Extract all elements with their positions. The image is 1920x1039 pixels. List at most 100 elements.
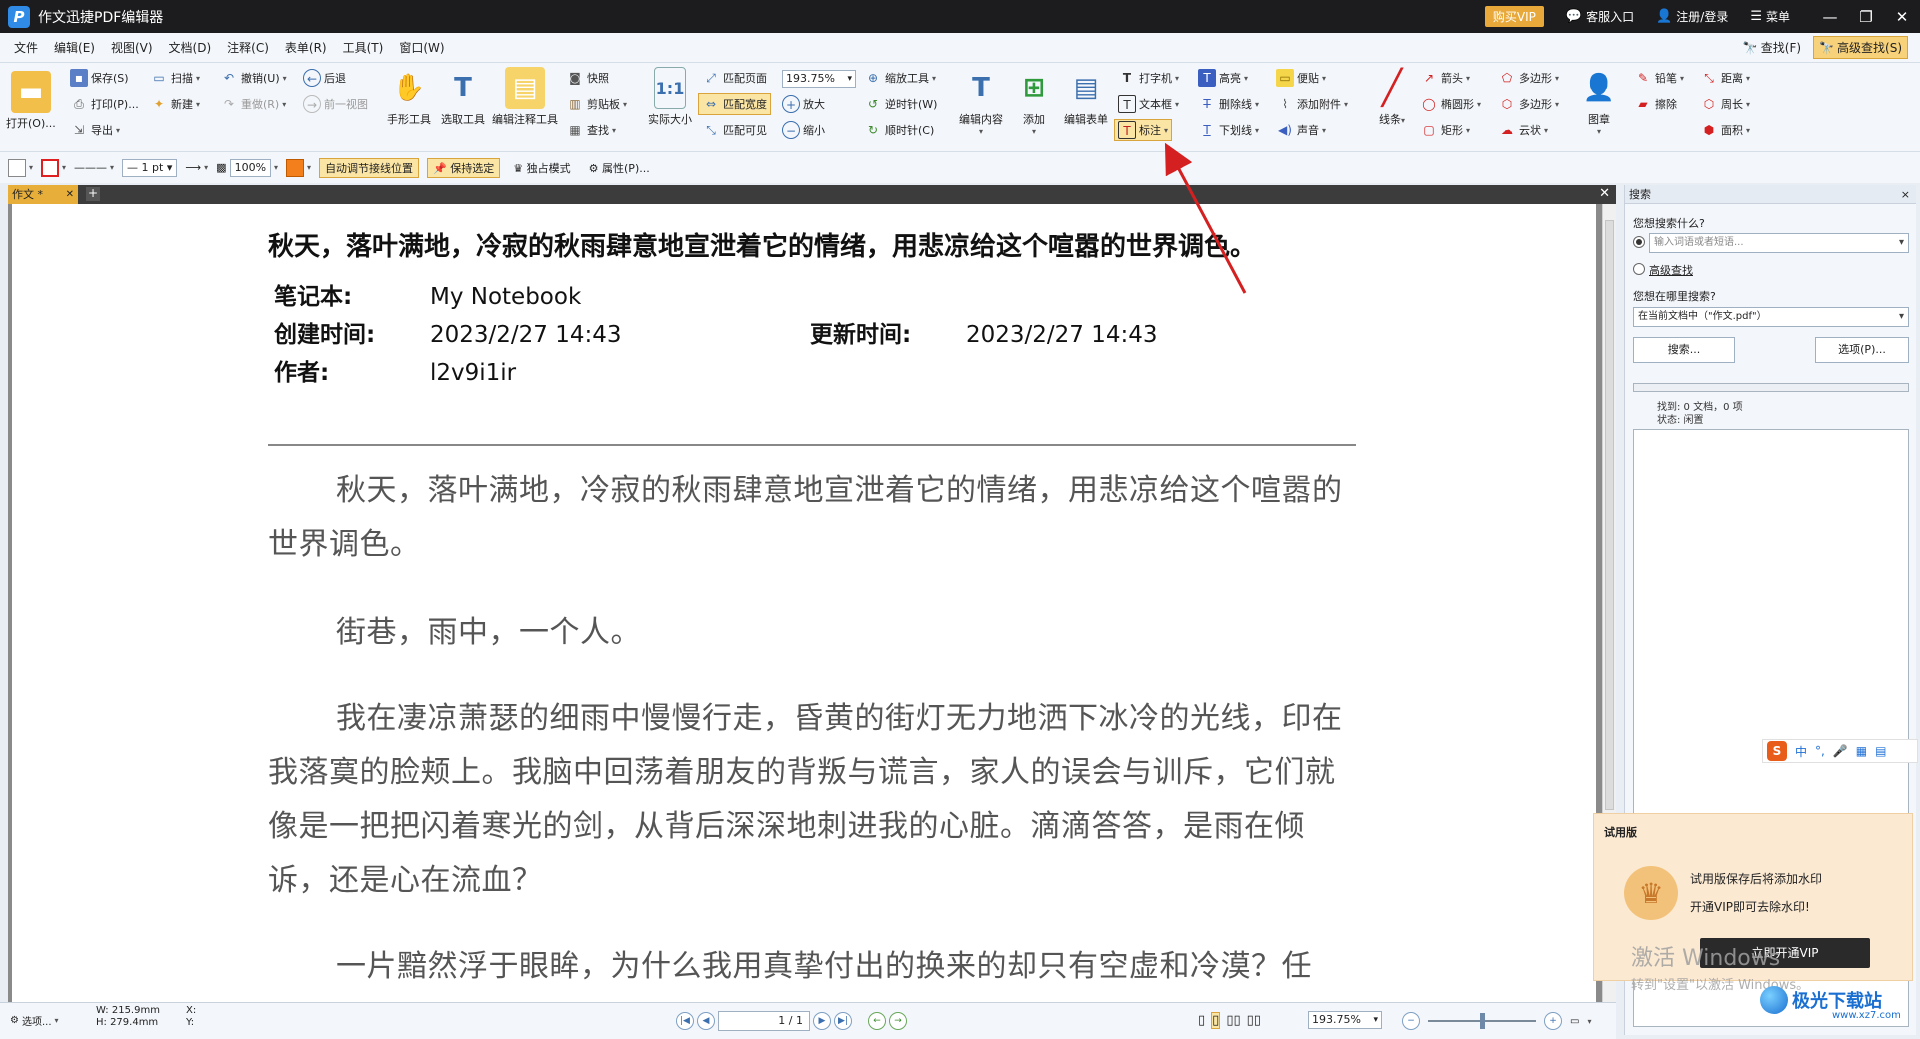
ime-grid-icon[interactable]: ▤: [1875, 744, 1886, 758]
tab-document[interactable]: 作文 * ✕: [8, 185, 78, 204]
advanced-search-link[interactable]: 高级查找: [1649, 262, 1693, 278]
close-document-button[interactable]: ✕: [1599, 186, 1610, 201]
ime-toolbar[interactable]: S 中 °, 🎤 ▦ ▤: [1762, 739, 1918, 763]
zoom-slider[interactable]: [1428, 1013, 1536, 1029]
customer-service-button[interactable]: 💬 客服入口: [1566, 8, 1634, 25]
add-button[interactable]: ⊞ 添加 ▾: [1010, 67, 1058, 136]
opacity-select[interactable]: ▩ 100% ▾: [216, 158, 278, 177]
advanced-search-radio[interactable]: [1633, 263, 1645, 275]
sticky-note-button[interactable]: ▭ 便贴 ▾: [1276, 69, 1326, 87]
edit-form-button[interactable]: ▤ 编辑表单: [1060, 67, 1112, 127]
keyboard-icon[interactable]: ▦: [1856, 744, 1867, 758]
strikeout-button[interactable]: T 删除线 ▾: [1198, 95, 1259, 113]
single-page-icon[interactable]: ▯: [1198, 1013, 1205, 1028]
buy-vip-button[interactable]: 购买VIP: [1484, 6, 1544, 27]
zoom-in-button[interactable]: + 放大: [782, 95, 825, 113]
highlight-button[interactable]: T 高亮 ▾: [1198, 69, 1248, 87]
hand-tool-button[interactable]: ✋ 手形工具: [384, 67, 434, 127]
textbox-button[interactable]: T 文本框 ▾: [1118, 95, 1179, 113]
menu-document[interactable]: 文档(D): [161, 39, 220, 56]
minimize-button[interactable]: —: [1812, 8, 1848, 26]
first-page-icon[interactable]: |◀: [676, 1012, 694, 1030]
punctuation-toggle[interactable]: °,: [1815, 744, 1825, 758]
rectangle-tool-button[interactable]: ▢ 矩形 ▾: [1420, 121, 1470, 139]
save-button[interactable]: ▪ 保存(S): [70, 69, 129, 87]
color-palette-select[interactable]: ▾: [286, 158, 311, 177]
arrow-tool-button[interactable]: ↗ 箭头 ▾: [1420, 69, 1470, 87]
typewriter-button[interactable]: T 打字机 ▾: [1118, 69, 1179, 87]
page-number-input[interactable]: 1 / 1: [718, 1011, 810, 1031]
menu-edit[interactable]: 编辑(E): [46, 39, 103, 56]
properties-button[interactable]: ⚙ 属性(P)...: [584, 159, 655, 177]
fit-screen-icon[interactable]: ▭: [1570, 1016, 1579, 1027]
pencil-tool-button[interactable]: ✎ 铅笔 ▾: [1634, 69, 1684, 87]
menu-view[interactable]: 视图(V): [103, 39, 161, 56]
line-style-select[interactable]: ——— ▾: [74, 161, 114, 174]
fit-width-button[interactable]: ⇔ 匹配宽度: [698, 93, 771, 115]
restore-button[interactable]: ❐: [1848, 8, 1884, 26]
eraser-tool-button[interactable]: ▰ 擦除: [1634, 95, 1677, 113]
document-view[interactable]: 秋天，落叶满地，冷寂的秋雨肆意地宣泄着它的情绪，用悲凉给这个喧嚣的世界调色。 笔…: [8, 204, 1616, 1002]
menu-form[interactable]: 表单(R): [277, 39, 335, 56]
last-page-icon[interactable]: ▶|: [834, 1012, 852, 1030]
underline-button[interactable]: T 下划线 ▾: [1198, 121, 1259, 139]
close-tab-icon[interactable]: ✕: [66, 185, 74, 204]
perimeter-tool-button[interactable]: ⬡ 周长 ▾: [1700, 95, 1750, 113]
menu-tools[interactable]: 工具(T): [335, 39, 392, 56]
fit-visible-button[interactable]: ⤡ 匹配可见: [702, 121, 767, 139]
stroke-width-select[interactable]: — 1 pt ▾: [122, 158, 178, 177]
fill-color-picker[interactable]: ▾: [8, 158, 33, 177]
actual-size-button[interactable]: 1:1 实际大小: [644, 67, 696, 127]
polyline-tool-button[interactable]: ⬡ 多边形 ▾: [1498, 95, 1559, 113]
fit-page-button[interactable]: ⤢ 匹配页面: [702, 69, 767, 87]
back-button[interactable]: ← 后退: [303, 69, 346, 87]
stroke-color-picker[interactable]: ▾: [41, 158, 66, 177]
line-end-select[interactable]: ⟶ ▾: [185, 161, 208, 174]
continuous-facing-icon[interactable]: ▯▯: [1247, 1013, 1261, 1028]
callout-button[interactable]: T 标注 ▾: [1114, 119, 1173, 141]
previous-page-icon[interactable]: ◀: [697, 1012, 715, 1030]
previous-view-button[interactable]: → 前一视图: [303, 95, 368, 113]
next-page-icon[interactable]: ▶: [813, 1012, 831, 1030]
zoom-out-circle-icon[interactable]: −: [1402, 1012, 1420, 1030]
polygon-tool-button[interactable]: ⬠ 多边形 ▾: [1498, 69, 1559, 87]
area-tool-button[interactable]: ⬢ 面积 ▾: [1700, 121, 1750, 139]
open-button[interactable]: ▬ 打开(O)...: [6, 71, 56, 131]
microphone-icon[interactable]: 🎤: [1833, 744, 1848, 758]
search-button[interactable]: 搜索...: [1633, 337, 1735, 363]
find-button[interactable]: 🔭 查找(F): [1737, 36, 1807, 59]
basic-search-radio[interactable]: [1633, 236, 1645, 248]
new-tab-button[interactable]: +: [86, 187, 100, 201]
export-button[interactable]: ⇲ 导出 ▾: [70, 121, 120, 139]
search-scope-select[interactable]: 在当前文档中（"作文.pdf"）: [1633, 307, 1909, 327]
new-button[interactable]: ✦ 新建 ▾: [150, 95, 200, 113]
attach-file-button[interactable]: ⌇ 添加附件 ▾: [1276, 95, 1348, 113]
rotate-cw-button[interactable]: ↻ 顺时针(C): [864, 121, 934, 139]
undo-button[interactable]: ↶ 撤销(U) ▾: [220, 69, 287, 87]
edit-annotation-tool-button[interactable]: ▤ 编辑注释工具: [490, 67, 560, 127]
print-button[interactable]: ⎙ 打印(P)...: [70, 95, 139, 113]
zoom-out-button[interactable]: − 缩小: [782, 121, 825, 139]
ime-mode-toggle[interactable]: 中: [1795, 743, 1807, 760]
pdf-page[interactable]: 秋天，落叶满地，冷寂的秋雨肆意地宣泄着它的情绪，用悲凉给这个喧嚣的世界调色。 笔…: [12, 204, 1596, 1002]
distance-tool-button[interactable]: ⤡ 距离 ▾: [1700, 69, 1750, 87]
search-input[interactable]: 输入词语或者短语...: [1649, 233, 1909, 253]
zoom-select[interactable]: 193.75%: [782, 70, 856, 88]
close-panel-icon[interactable]: ×: [1901, 185, 1910, 204]
menu-window[interactable]: 窗口(W): [391, 39, 452, 56]
continuous-page-icon[interactable]: ▯: [1211, 1012, 1221, 1029]
ellipse-tool-button[interactable]: ◯ 椭圆形 ▾: [1420, 95, 1481, 113]
back-icon[interactable]: ←: [868, 1012, 886, 1030]
search-options-button[interactable]: 选项(P)...: [1815, 337, 1909, 363]
menu-file[interactable]: 文件: [6, 39, 46, 56]
stamp-button[interactable]: 👤 图章 ▾: [1576, 67, 1622, 136]
snapshot-button[interactable]: ◙ 快照: [566, 69, 609, 87]
edit-content-button[interactable]: T 编辑内容 ▾: [954, 67, 1008, 136]
close-window-button[interactable]: ✕: [1884, 8, 1920, 26]
cloud-tool-button[interactable]: ☁ 云状 ▾: [1498, 121, 1548, 139]
keep-selected-toggle[interactable]: 📌 保持选定: [427, 157, 501, 178]
status-options-button[interactable]: ⚙ 选项... ▾: [10, 1013, 59, 1028]
auto-adjust-toggle[interactable]: 自动调节接线位置: [319, 157, 420, 178]
rotate-ccw-button[interactable]: ↺ 逆时针(W): [864, 95, 938, 113]
menu-button[interactable]: ☰ 菜单: [1750, 8, 1790, 25]
